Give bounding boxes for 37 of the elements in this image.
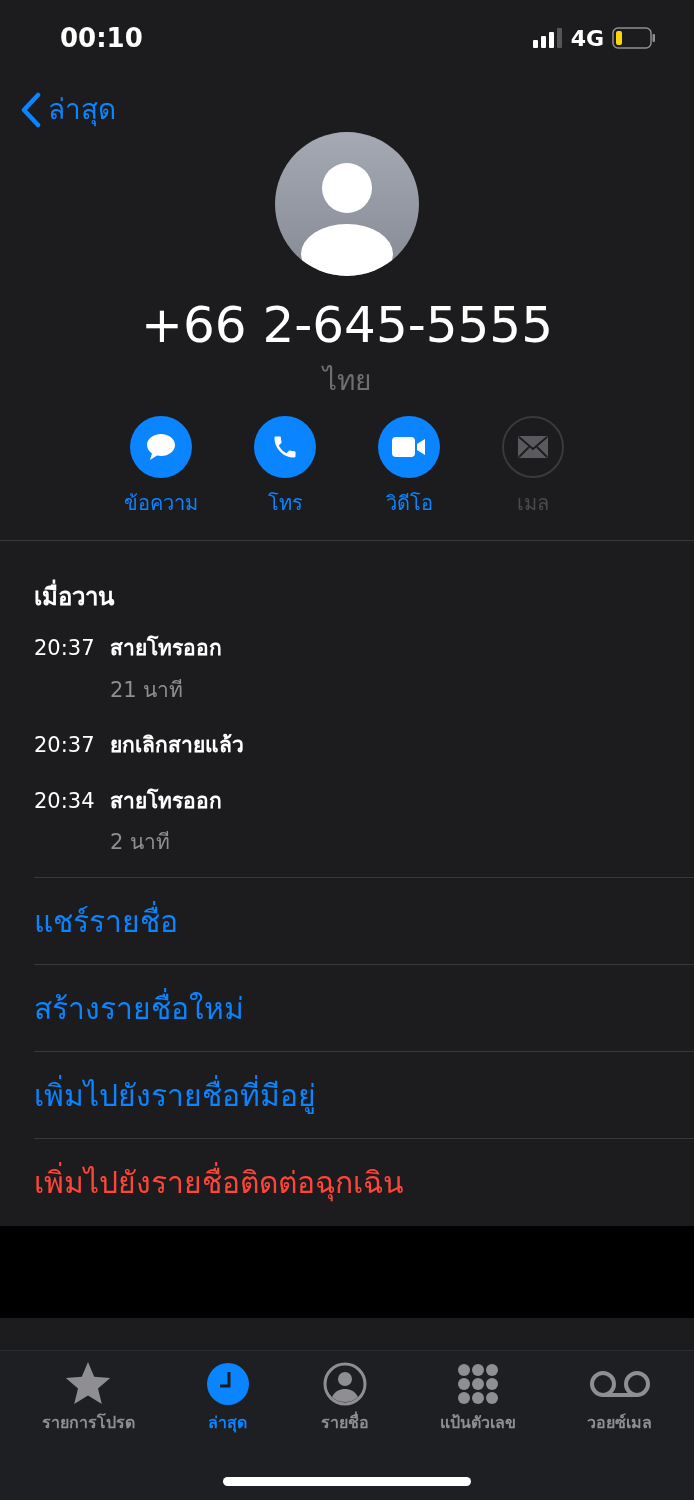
signal-icon [532,28,563,48]
person-circle-icon [322,1362,367,1406]
option-link[interactable]: เพิ่มไปยังรายชื่อที่มีอยู่ [34,1072,316,1118]
call-type: ยกเลิกสายแล้ว [110,732,244,759]
envelope-icon [517,435,549,459]
network-label: 4G [570,24,604,53]
voicemail-icon [588,1370,651,1398]
action-button[interactable]: ข้อความ [118,416,204,518]
date-heading: เมื่อวาน [34,579,694,615]
option-link[interactable]: สร้างรายชื่อใหม่ [34,985,244,1031]
tab-button[interactable]: รายชื่อ [320,1361,369,1435]
chevron-left-icon [20,92,42,128]
call-duration: 2 นาที [110,829,172,856]
option-link[interactable]: แชร์รายชื่อ [34,898,178,944]
action-button[interactable]: วิดีโอ [366,416,452,518]
action-button[interactable]: โทร [242,416,328,518]
back-button[interactable]: ล่าสุด [20,89,116,131]
clock-icon [205,1362,250,1406]
country-label: ไทย [323,363,371,399]
call-time: 20:37 [34,635,96,662]
video-camera-icon [391,435,427,459]
tab-button[interactable]: ล่าสุด [205,1361,250,1435]
status-time: 00:10 [60,21,143,55]
chat-bubble-icon [145,432,177,462]
option-link[interactable]: เพิ่มไปยังรายชื่อติดต่อฉุกเฉิน [34,1160,404,1205]
tab-button[interactable]: รายการโปรด [41,1361,135,1435]
call-duration: 21 นาที [110,676,185,704]
star-icon [64,1362,113,1406]
call-type: สายโทรออก [110,634,222,662]
tab-button[interactable]: วอยซ์เมล [587,1361,653,1435]
tab-button[interactable]: แป้นตัวเลข [440,1361,517,1435]
call-time: 20:37 [34,732,96,759]
call-time: 20:34 [34,787,96,815]
phone-number: +66 2-645-5555 [141,300,553,350]
battery-icon [612,27,656,49]
keypad-icon [457,1363,500,1405]
call-type: สายโทรออก [110,787,222,815]
